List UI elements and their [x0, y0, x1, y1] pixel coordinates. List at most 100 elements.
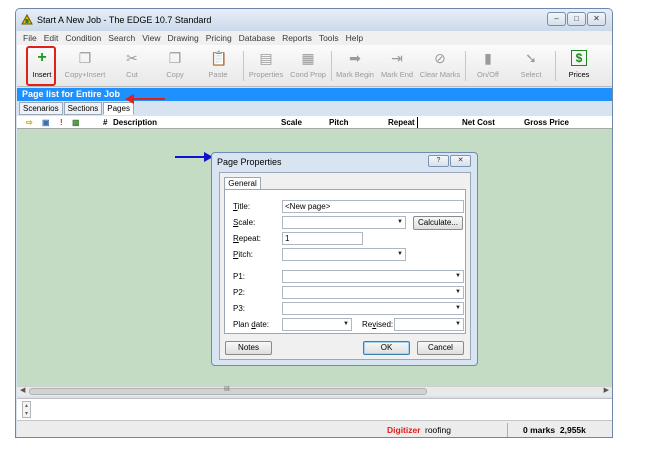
- repeat-input[interactable]: 1: [282, 232, 363, 245]
- dialog-caption-buttons: ? ✕: [428, 155, 471, 167]
- prices-button[interactable]: $ Prices: [565, 48, 593, 84]
- menu-reports[interactable]: Reports: [282, 33, 312, 43]
- menu-tools[interactable]: Tools: [319, 33, 339, 43]
- menu-pricing[interactable]: Pricing: [206, 33, 232, 43]
- menu-file[interactable]: File: [23, 33, 37, 43]
- plan-date-dropdown[interactable]: [282, 318, 352, 331]
- column-scale[interactable]: Scale: [281, 118, 302, 127]
- pitch-label: Pitch:: [233, 250, 254, 259]
- app-logo-icon: [21, 14, 33, 25]
- column-description[interactable]: Description: [113, 118, 157, 127]
- scroll-left-icon[interactable]: ◀: [20, 386, 25, 394]
- notes-button[interactable]: Notes: [225, 341, 272, 355]
- on-off-button[interactable]: ▮ On/Off: [475, 48, 501, 84]
- minimize-button[interactable]: –: [547, 12, 566, 26]
- revised-dropdown[interactable]: [394, 318, 464, 331]
- toolbar-separator: [331, 51, 332, 81]
- p1-dropdown[interactable]: [282, 270, 464, 283]
- menu-bar: File Edit Condition Search View Drawing …: [17, 31, 612, 45]
- cond-prop-button[interactable]: ▦ Cond Prop: [289, 48, 327, 84]
- arrow-right-icon: ➡: [349, 50, 361, 66]
- dialog-close-button[interactable]: ✕: [450, 155, 471, 167]
- copy-insert-label: Copy+Insert: [64, 70, 106, 79]
- column-repeat[interactable]: Repeat: [388, 118, 415, 127]
- menu-view[interactable]: View: [142, 33, 160, 43]
- p2-dropdown[interactable]: [282, 286, 464, 299]
- select-arrow-icon: ➘: [525, 50, 537, 66]
- scale-label: Scale:: [233, 218, 256, 227]
- close-button[interactable]: ✕: [587, 12, 606, 26]
- copy-button[interactable]: ❐ Copy: [161, 48, 189, 84]
- menu-edit[interactable]: Edit: [44, 33, 59, 43]
- column-divider[interactable]: [417, 117, 418, 128]
- p3-label: P3:: [233, 304, 246, 313]
- help-button[interactable]: ?: [428, 155, 449, 167]
- horizontal-scrollbar[interactable]: ◀ III ▶: [17, 386, 612, 396]
- exclamation-icon[interactable]: !: [60, 118, 63, 127]
- menu-database[interactable]: Database: [239, 33, 275, 43]
- cond-prop-icon: ▦: [301, 50, 315, 66]
- toolbar: + Insert ❐ Copy+Insert ✂ Cut ❐ Copy 📋 Pa…: [17, 45, 612, 87]
- blue-arrow-annotation-icon: [175, 152, 213, 162]
- on-off-label: On/Off: [477, 70, 499, 79]
- digitizer-status: Digitizer: [387, 425, 421, 435]
- mark-end-button[interactable]: ⇥ Mark End: [379, 48, 415, 84]
- menu-help[interactable]: Help: [346, 33, 363, 43]
- menu-condition[interactable]: Condition: [65, 33, 101, 43]
- column-gross-price[interactable]: Gross Price: [524, 118, 569, 127]
- insert-highlight-annotation: [26, 46, 56, 86]
- pitch-dropdown[interactable]: [282, 248, 406, 261]
- image-icon[interactable]: ▩: [72, 118, 80, 127]
- calculate-button[interactable]: Calculate...: [413, 216, 463, 230]
- ok-button[interactable]: OK: [363, 341, 410, 355]
- column-pitch[interactable]: Pitch: [329, 118, 349, 127]
- scroll-right-icon[interactable]: ▶: [604, 386, 609, 394]
- marks-count: 0 marks: [523, 425, 556, 435]
- copy-icon: ❐: [168, 50, 182, 66]
- revised-label: Revised:: [362, 320, 394, 329]
- cut-label: Cut: [126, 70, 138, 79]
- cond-prop-label: Cond Prop: [290, 70, 326, 79]
- toolbar-separator: [465, 51, 466, 81]
- select-button[interactable]: ➘ Select: [517, 48, 545, 84]
- cancel-button[interactable]: Cancel: [417, 341, 464, 355]
- scrollbar-thumb[interactable]: III: [29, 386, 427, 395]
- clear-marks-button[interactable]: ⊘ Clear Marks: [419, 48, 461, 84]
- select-label: Select: [520, 70, 542, 79]
- scale-dropdown[interactable]: [282, 216, 406, 229]
- repeat-label: Repeat:: [233, 234, 262, 243]
- menu-drawing[interactable]: Drawing: [168, 33, 199, 43]
- notes-area[interactable]: ▴ ▾: [17, 398, 612, 420]
- tab-sections[interactable]: Sections: [63, 102, 103, 115]
- maximize-button[interactable]: □: [567, 12, 586, 26]
- dollar-icon: $: [571, 50, 587, 66]
- copy-insert-icon: ❐: [78, 50, 92, 66]
- document-icon[interactable]: ▣: [42, 118, 50, 127]
- copy-label: Copy: [166, 70, 184, 79]
- cut-button[interactable]: ✂ Cut: [120, 48, 144, 84]
- title-bar: Start A New Job - The EDGE 10.7 Standard…: [16, 9, 612, 31]
- column-net-cost[interactable]: Net Cost: [462, 118, 495, 127]
- splitter-arrows-icon[interactable]: ▴ ▾: [22, 401, 31, 418]
- dialog-body: General Title: <New page> Scale: Calcula…: [219, 172, 471, 360]
- p3-dropdown[interactable]: [282, 302, 464, 315]
- paste-button[interactable]: 📋 Paste: [204, 48, 232, 84]
- properties-label: Properties: [248, 70, 284, 79]
- job-type-status: roofing: [425, 425, 451, 435]
- toggle-icon: ▮: [484, 50, 492, 66]
- memory-size: 2,955k: [559, 425, 586, 435]
- status-bar: Digitizer roofing 0 marks 2,955k: [17, 420, 612, 437]
- properties-button[interactable]: ▤ Properties: [246, 48, 286, 84]
- column-number[interactable]: #: [103, 118, 107, 127]
- window-title: Start A New Job - The EDGE 10.7 Standard: [37, 15, 212, 25]
- p2-label: P2:: [233, 288, 246, 297]
- tab-scenarios[interactable]: Scenarios: [19, 102, 63, 115]
- title-label: Title:: [233, 202, 251, 211]
- arrow-right-icon[interactable]: ⇨: [26, 118, 33, 127]
- title-input[interactable]: <New page>: [282, 200, 464, 213]
- copy-insert-button[interactable]: ❐ Copy+Insert: [63, 48, 107, 84]
- mark-end-label: Mark End: [380, 70, 414, 79]
- marks-status: 0 marks 2,955k: [523, 425, 586, 435]
- menu-search[interactable]: Search: [108, 33, 135, 43]
- mark-begin-button[interactable]: ➡ Mark Begin: [335, 48, 375, 84]
